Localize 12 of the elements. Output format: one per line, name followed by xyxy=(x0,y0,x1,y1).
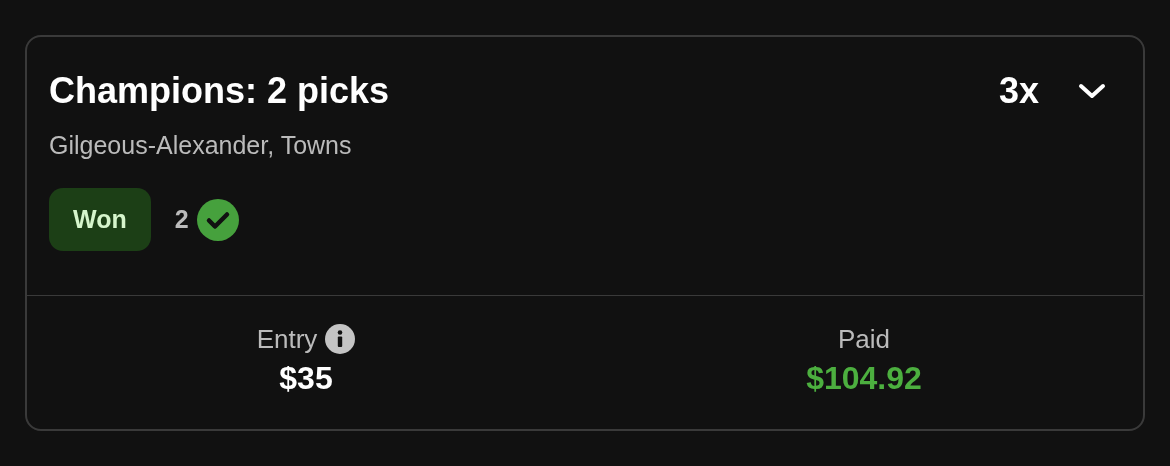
multiplier: 3x xyxy=(998,73,1039,109)
stat-label: Entry xyxy=(256,326,318,352)
chevron-down-icon xyxy=(1078,83,1106,99)
check-circle-icon xyxy=(196,198,239,241)
info-icon[interactable] xyxy=(325,324,356,354)
stat-value: $104.92 xyxy=(806,362,922,394)
status-badge: Won xyxy=(49,188,151,251)
correct-count: 2 xyxy=(174,203,189,235)
stat-label: Paid xyxy=(837,326,890,352)
card-title: Champions: 2 picks xyxy=(49,73,390,109)
player-names: Gilgeous-Alexander, Towns xyxy=(49,133,353,158)
stat-value: $35 xyxy=(279,362,333,394)
